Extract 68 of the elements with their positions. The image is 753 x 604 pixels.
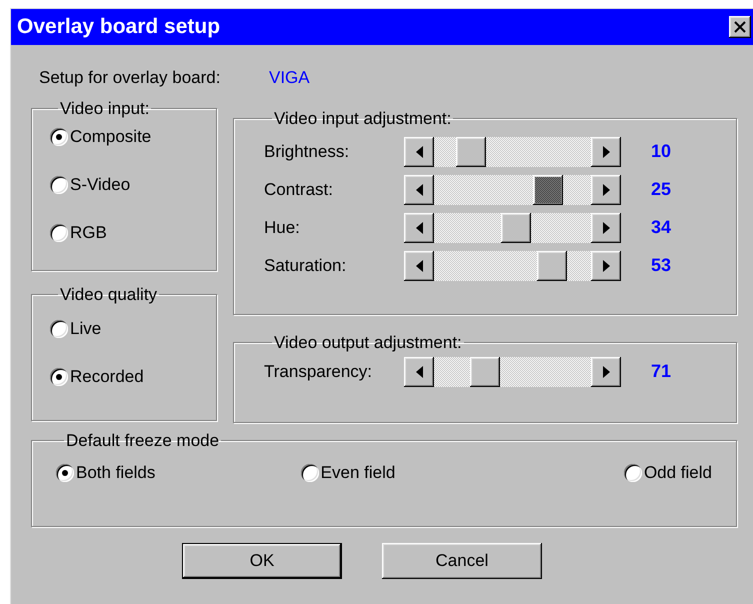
- scroll-arrow-button[interactable]: [591, 174, 621, 204]
- radio-option[interactable]: Odd field: [624, 462, 712, 482]
- slider-label: Brightness:: [264, 140, 350, 163]
- group-title: Video input adjustment:: [273, 108, 452, 128]
- radio-button[interactable]: [50, 176, 68, 194]
- slider-thumb[interactable]: [536, 250, 567, 280]
- dialog-button[interactable]: OK: [182, 542, 342, 578]
- left-triangle-icon: [416, 366, 422, 378]
- slider-label: Transparency:: [264, 360, 374, 383]
- scroll-arrow-button[interactable]: [591, 136, 621, 166]
- group-title: Video input:: [59, 98, 150, 118]
- radio-option[interactable]: Both fields: [56, 462, 156, 482]
- slider[interactable]: [404, 136, 621, 166]
- radio-option[interactable]: S-Video: [50, 174, 216, 194]
- slider[interactable]: [404, 250, 621, 280]
- radio-option[interactable]: Live: [50, 318, 216, 338]
- left-triangle-icon: [416, 184, 422, 196]
- left-triangle-icon: [416, 146, 422, 158]
- radio-option[interactable]: RGB: [50, 222, 216, 242]
- slider-thumb[interactable]: [456, 136, 486, 166]
- right-triangle-icon: [602, 260, 610, 272]
- left-triangle-icon: [416, 260, 422, 272]
- radio-button[interactable]: [624, 464, 642, 482]
- scroll-arrow-button[interactable]: [591, 212, 621, 242]
- scroll-arrow-button[interactable]: [591, 356, 621, 386]
- radio-button[interactable]: [50, 368, 68, 386]
- right-triangle-icon: [602, 146, 610, 158]
- right-triangle-icon: [602, 184, 610, 196]
- radio-option[interactable]: Recorded: [50, 366, 216, 386]
- slider[interactable]: [404, 212, 621, 242]
- group-title: Video output adjustment:: [273, 332, 463, 352]
- slider-thumb[interactable]: [533, 174, 564, 204]
- slider-value: 25: [651, 178, 672, 201]
- right-triangle-icon: [602, 366, 610, 378]
- slider-value: 34: [651, 216, 672, 239]
- board-label: Setup for overlay board:: [39, 67, 222, 89]
- left-triangle-icon: [416, 222, 422, 234]
- board-name: VIGA: [269, 67, 310, 89]
- close-icon: [734, 21, 746, 33]
- scroll-arrow-button[interactable]: [404, 136, 434, 166]
- slider-value: 53: [651, 254, 672, 277]
- slider-thumb[interactable]: [470, 356, 500, 386]
- radio-button[interactable]: [300, 464, 319, 482]
- dialog-button[interactable]: Cancel: [382, 542, 542, 578]
- slider-label: Saturation:: [264, 254, 348, 277]
- radio-option[interactable]: Even field: [300, 462, 396, 482]
- slider-label: Contrast:: [264, 178, 334, 201]
- slider[interactable]: [404, 356, 621, 386]
- group-title: Default freeze mode: [65, 430, 220, 450]
- scroll-arrow-button[interactable]: [404, 212, 434, 242]
- slider[interactable]: [404, 174, 621, 204]
- scroll-arrow-button[interactable]: [591, 250, 621, 280]
- scroll-arrow-button[interactable]: [404, 356, 434, 386]
- slider-value: 71: [651, 360, 672, 383]
- radio-button[interactable]: [50, 320, 68, 338]
- close-button[interactable]: [729, 16, 751, 38]
- scroll-arrow-button[interactable]: [404, 250, 434, 280]
- radio-button[interactable]: [56, 464, 74, 482]
- scroll-arrow-button[interactable]: [404, 174, 434, 204]
- slider-label: Hue:: [264, 216, 301, 239]
- slider-value: 10: [651, 140, 672, 163]
- radio-button[interactable]: [50, 224, 68, 242]
- right-triangle-icon: [602, 222, 610, 234]
- radio-option[interactable]: Composite: [50, 126, 216, 146]
- group-title: Video quality: [59, 284, 158, 304]
- window-title: Overlay board setup: [17, 14, 220, 40]
- radio-button[interactable]: [50, 128, 68, 146]
- slider-thumb[interactable]: [501, 212, 532, 242]
